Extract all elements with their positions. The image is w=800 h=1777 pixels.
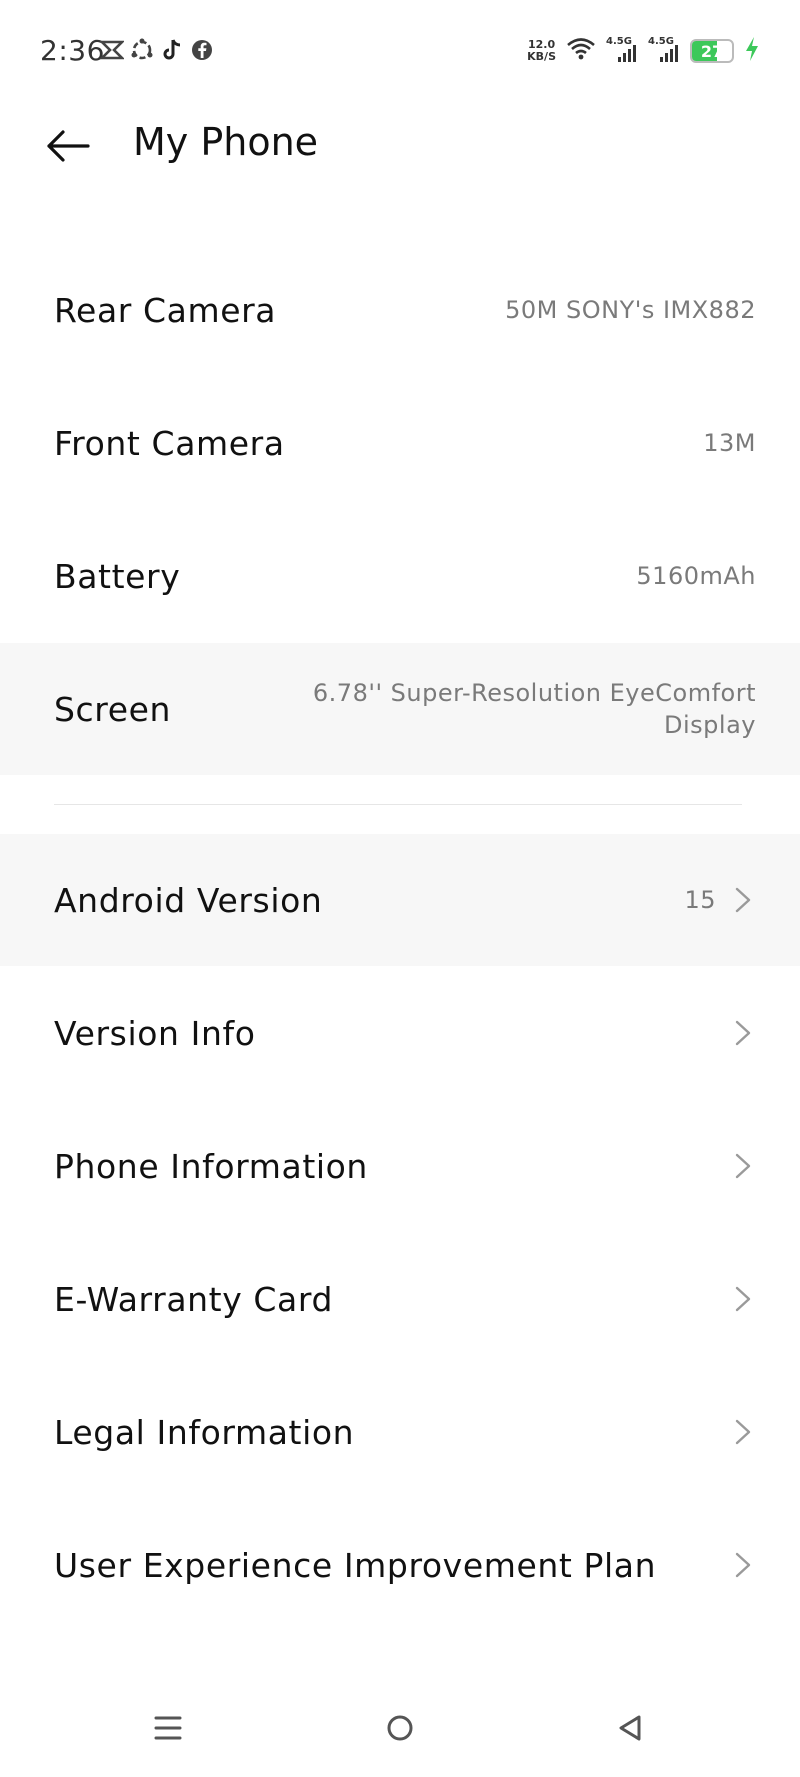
capcut-icon [100,38,124,62]
spec-row-rear-camera: Rear Camera 50M SONY's IMX882 [54,290,756,330]
menu-item-phone-information[interactable]: Phone Information [0,1100,800,1232]
menu-item-user-experience-improvement-plan[interactable]: User Experience Improvement Plan [0,1499,800,1631]
section-divider [54,804,742,805]
tiktok-icon [160,38,184,62]
charging-bolt-icon [744,36,760,66]
home-button[interactable] [370,1698,430,1758]
my-phone-screen: 2:36 12.0 KB/S 4.5G 4.5G 27 My Phone Rea… [0,0,800,1777]
status-app-icons [100,38,214,62]
facebook-icon [190,38,214,62]
chevron-right-icon [730,1552,756,1578]
back-button[interactable] [44,122,92,170]
spec-value: 6.78'' Super-Resolution EyeComfort Displ… [312,679,756,739]
home-circle-icon [387,1715,413,1741]
menu-item-e-warranty-card[interactable]: E-Warranty Card [0,1233,800,1365]
menu-item-android-version[interactable]: Android Version 15 [0,834,800,966]
status-time: 2:36 [40,34,105,67]
spec-row-battery: Battery 5160mAh [54,556,756,596]
spec-value: 5160mAh [636,562,756,590]
back-nav-button[interactable] [600,1698,660,1758]
back-arrow-icon [47,130,90,162]
menu-icon [154,1716,182,1740]
battery-level: 27 [700,41,724,61]
app-header: My Phone [0,100,800,190]
spec-value: 13M [703,429,756,457]
spec-value: 50M SONY's IMX882 [505,296,756,324]
spec-row-front-camera: Front Camera 13M [54,423,756,463]
menu-item-version-info[interactable]: Version Info [0,967,800,1099]
signal-sim1-icon: 4.5G [606,36,638,64]
signal-sim2-icon: 4.5G [648,36,680,64]
status-indicators: 12.0 KB/S 4.5G 4.5G 27 [527,36,760,66]
chevron-right-icon [730,887,756,913]
system-nav-bar [0,1690,800,1777]
wifi-icon [566,37,596,65]
sync-icon [130,38,154,62]
menu-item-legal-information[interactable]: Legal Information [0,1366,800,1498]
back-triangle-icon [619,1715,641,1741]
android-version-value: 15 [684,886,716,914]
network-speed: 12.0 KB/S [527,38,556,63]
chevron-right-icon [730,1020,756,1046]
spec-row-screen: Screen 6.78'' Super-Resolution EyeComfor… [0,643,800,775]
chevron-right-icon [730,1286,756,1312]
battery-icon: 27 [690,39,734,63]
chevron-right-icon [730,1153,756,1179]
chevron-right-icon [730,1419,756,1445]
recent-apps-button[interactable] [138,1698,198,1758]
page-title: My Phone [133,120,319,164]
status-bar: 2:36 12.0 KB/S 4.5G 4.5G 27 [0,0,800,100]
